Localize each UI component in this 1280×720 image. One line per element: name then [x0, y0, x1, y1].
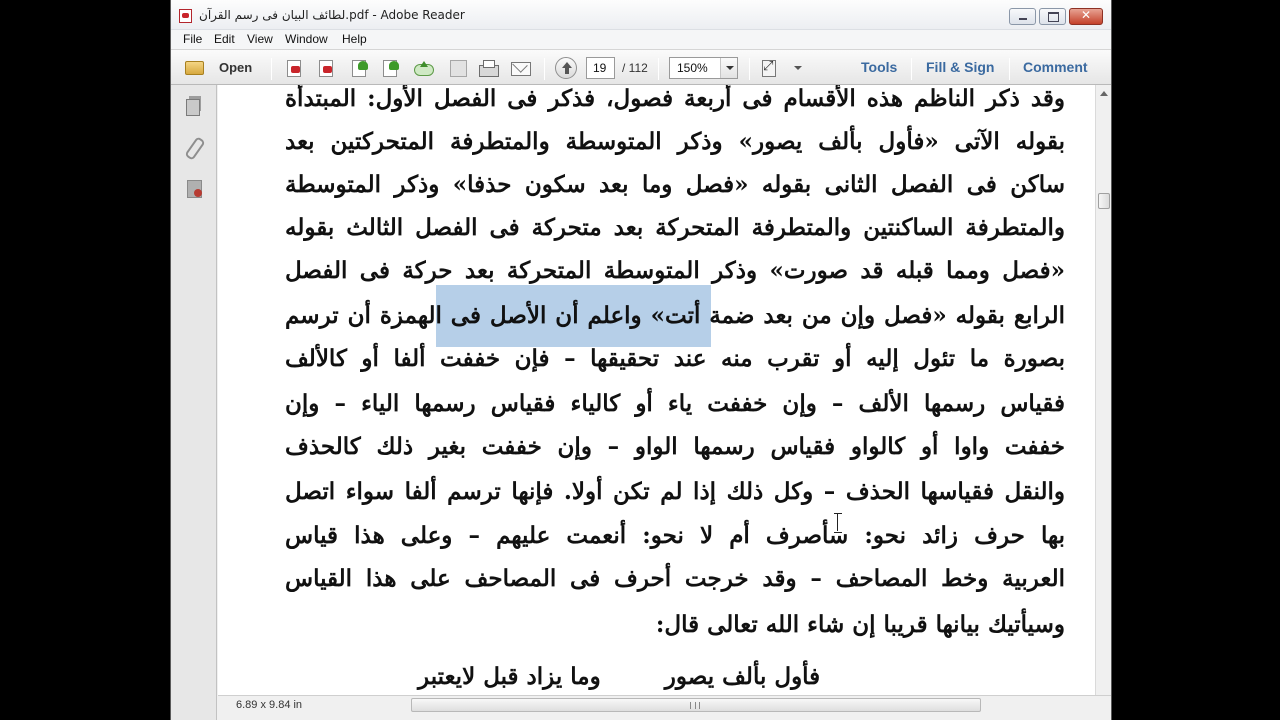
document-view[interactable]: وقد ذكر الناظم هذه الأقسام فى أربعة فصول… — [218, 85, 1095, 695]
menu-bar: File Edit View Window Help — [171, 30, 1111, 49]
adobe-reader-icon — [179, 9, 192, 23]
text-line: «فصل ومما قبله قد صورت» وذكر المتوسطة ال… — [285, 257, 1065, 284]
toolbar-separator — [658, 58, 659, 80]
toolbar-separator — [271, 58, 272, 80]
minimize-button[interactable] — [1009, 8, 1036, 25]
text-line: وقد ذكر الناظم هذه الأقسام فى أربعة فصول… — [285, 85, 1065, 112]
zoom-select[interactable]: 150% — [669, 57, 738, 79]
tools-pane-button[interactable]: Tools — [861, 59, 897, 75]
poem-verse: فأول بألف يصور وما يزاد قبل لايعتبر — [418, 663, 821, 690]
close-icon: ✕ — [1080, 8, 1092, 22]
edit-icon[interactable] — [349, 59, 369, 77]
menu-edit[interactable]: Edit — [214, 32, 235, 46]
text-cursor-icon — [834, 513, 842, 533]
title-bar: لطائف البيان فى رسم القرآن.pdf - Adobe R… — [171, 0, 1111, 30]
fill-sign-pane-button[interactable]: Fill & Sign — [926, 59, 994, 75]
text-line: بصورة ما تئول إليه أو تقرب منه عند تحقيق… — [285, 345, 1065, 372]
open-button[interactable]: Open — [181, 57, 257, 79]
fit-page-icon[interactable] — [759, 59, 779, 77]
text-line: ساكن فى الفصل الثانى بقوله «فصل وما بعد … — [285, 171, 1065, 198]
status-bar: 6.89 x 9.84 in — [218, 695, 1111, 720]
menu-file[interactable]: File — [183, 32, 202, 46]
text-line: بها حرف زائد نحو: سأصرف أم لا نحو: أنعمت… — [285, 522, 1065, 549]
export-pdf-icon[interactable] — [316, 59, 336, 77]
text-line: الرابع بقوله «فصل وإن من بعد ضمة أتت» وا… — [285, 302, 1065, 329]
menu-view[interactable]: View — [247, 32, 273, 46]
create-pdf-icon[interactable] — [284, 59, 304, 77]
chevron-down-icon[interactable] — [720, 58, 737, 78]
adobe-reader-window: لطائف البيان فى رسم القرآن.pdf - Adobe R… — [170, 0, 1112, 720]
text-line: والمتطرفة الساكنتين والمتطرفة المتحركة ب… — [285, 214, 1065, 241]
menu-help[interactable]: Help — [342, 32, 367, 46]
save-icon[interactable] — [447, 59, 467, 77]
close-button[interactable]: ✕ — [1069, 8, 1103, 25]
text-line: بقوله الآتى «فأول بألف يصور» وذكر المتوس… — [285, 128, 1065, 155]
text-line: العربية وخط المصاحف – وقد خرجت أحرف فى ا… — [285, 565, 1065, 592]
comment-pane-button[interactable]: Comment — [1023, 59, 1088, 75]
open-label: Open — [219, 60, 253, 75]
share-icon[interactable] — [380, 59, 400, 77]
window-title: لطائف البيان فى رسم القرآن.pdf - Adobe R… — [199, 8, 465, 22]
page-thumbnails-icon[interactable] — [185, 96, 203, 116]
toolbar-separator — [749, 58, 750, 80]
scroll-up-icon[interactable] — [1100, 91, 1108, 96]
cloud-upload-icon[interactable] — [413, 59, 434, 77]
page-total: / 112 — [622, 61, 648, 75]
scroll-grip-icon — [690, 702, 700, 709]
zoom-value: 150% — [677, 61, 708, 75]
email-icon[interactable] — [510, 59, 531, 77]
text-line: خففت واوا أو كالواو فقياس رسمها الواو – … — [285, 433, 1065, 460]
text-line: وسيأتيك بيانها قريبا إن شاء الله تعالى ق… — [655, 611, 1065, 638]
navigation-pane — [171, 85, 217, 720]
toolbar-separator — [911, 58, 912, 80]
previous-page-icon[interactable] — [555, 57, 577, 79]
vertical-scrollbar-thumb[interactable] — [1098, 193, 1110, 209]
toolbar-separator — [1009, 58, 1010, 80]
pdf-page[interactable]: وقد ذكر الناظم هذه الأقسام فى أربعة فصول… — [218, 85, 1095, 695]
chevron-down-icon[interactable] — [793, 59, 803, 77]
page-size-label: 6.89 x 9.84 in — [236, 699, 303, 711]
folder-icon — [185, 61, 204, 75]
toolbar-separator — [544, 58, 545, 80]
maximize-button[interactable] — [1039, 8, 1066, 25]
toolbar: Open 19 / 112 150% Tools Fill & Sign Com… — [171, 49, 1111, 85]
page-number-input[interactable]: 19 — [586, 57, 615, 79]
horizontal-scrollbar-thumb[interactable] — [411, 698, 981, 712]
text-line: فقياس رسمها الألف – وإن خففت ياء أو كالي… — [285, 390, 1065, 417]
attachments-icon[interactable] — [185, 137, 203, 157]
text-line: والنقل فقياسها الحذف – وكل ذلك إذا لم تك… — [285, 478, 1065, 505]
menu-window[interactable]: Window — [285, 32, 328, 46]
signatures-icon[interactable] — [185, 179, 203, 199]
print-icon[interactable] — [478, 59, 499, 77]
vertical-scrollbar[interactable] — [1095, 85, 1111, 695]
